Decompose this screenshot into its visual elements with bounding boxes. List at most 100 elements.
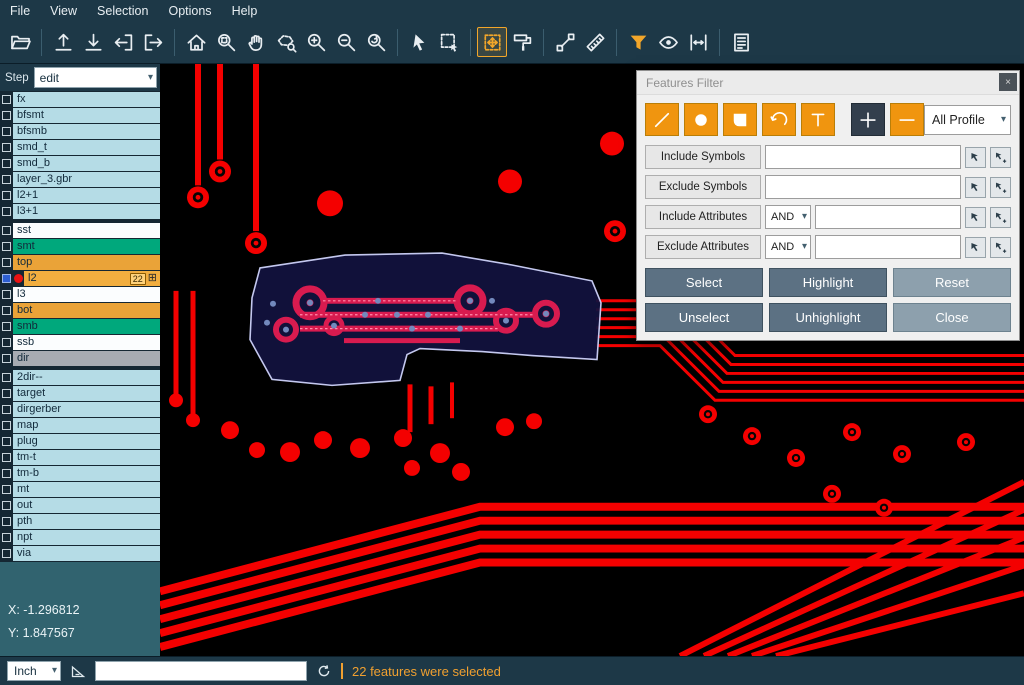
layer-visibility-checkbox[interactable] xyxy=(0,140,13,155)
exclude-symbols-button[interactable]: Exclude Symbols xyxy=(645,175,761,199)
measure-line-button[interactable] xyxy=(550,27,580,57)
layer-visibility-checkbox[interactable] xyxy=(0,434,13,449)
snap-measure-button[interactable] xyxy=(683,27,713,57)
layer-label[interactable]: ssb xyxy=(13,335,160,350)
lasso-zoom-button[interactable] xyxy=(271,27,301,57)
pick-add-button[interactable] xyxy=(990,237,1011,258)
layer-label[interactable]: smd_b xyxy=(13,156,160,171)
layer-label[interactable]: l2+1 xyxy=(13,188,160,203)
include-attributes-input[interactable] xyxy=(815,205,961,229)
layer-visibility-checkbox[interactable] xyxy=(0,156,13,171)
filter-round-pad-button[interactable] xyxy=(684,103,718,136)
include-attributes-button[interactable]: Include Attributes xyxy=(645,205,761,229)
layer-visibility-checkbox[interactable] xyxy=(0,370,13,385)
layer-label[interactable]: out xyxy=(13,498,160,513)
and-operator-dropdown[interactable]: AND▾ xyxy=(765,235,811,259)
menu-options[interactable]: Options xyxy=(168,4,211,18)
angle-tool-icon[interactable] xyxy=(70,663,86,679)
pick-from-canvas-button[interactable] xyxy=(965,147,986,168)
home-view-button[interactable] xyxy=(181,27,211,57)
report-button[interactable] xyxy=(726,27,756,57)
layer-label[interactable]: top xyxy=(13,255,160,270)
menu-file[interactable]: File xyxy=(10,4,30,18)
layer-visibility-checkbox[interactable] xyxy=(0,386,13,401)
layer-label[interactable]: l3+1 xyxy=(13,204,160,219)
zoom-window-button[interactable] xyxy=(211,27,241,57)
pick-from-canvas-button[interactable] xyxy=(965,207,986,228)
select-rect-button[interactable] xyxy=(434,27,464,57)
pick-add-button[interactable] xyxy=(990,207,1011,228)
layer-label[interactable]: l3 xyxy=(13,287,160,302)
exclude-symbols-input[interactable] xyxy=(765,175,961,199)
layer-visibility-checkbox[interactable] xyxy=(0,124,13,139)
filter-surface-button[interactable] xyxy=(723,103,757,136)
import-down-button[interactable] xyxy=(78,27,108,57)
import-left-button[interactable] xyxy=(108,27,138,57)
layer-visibility-checkbox[interactable] xyxy=(0,351,13,366)
filter-add-button[interactable] xyxy=(851,103,885,136)
layer-visibility-checkbox[interactable] xyxy=(0,466,13,481)
layer-visibility-checkbox[interactable] xyxy=(0,239,13,254)
pick-add-button[interactable] xyxy=(990,177,1011,198)
menu-help[interactable]: Help xyxy=(232,4,258,18)
include-symbols-input[interactable] xyxy=(765,145,961,169)
zoom-out-button[interactable] xyxy=(331,27,361,57)
filter-line-button[interactable] xyxy=(645,103,679,136)
layer-label[interactable]: smd_t xyxy=(13,140,160,155)
dialog-close-button[interactable]: × xyxy=(999,73,1017,91)
layer-visibility-checkbox[interactable] xyxy=(0,172,13,187)
exclude-attributes-input[interactable] xyxy=(815,235,961,259)
unhighlight-button[interactable]: Unhighlight xyxy=(769,303,887,332)
layer-label[interactable]: tm-b xyxy=(13,466,160,481)
layer-label[interactable]: fx xyxy=(13,92,160,107)
filter-arc-button[interactable] xyxy=(762,103,796,136)
layer-visibility-checkbox[interactable] xyxy=(0,287,13,302)
select-button[interactable]: Select xyxy=(645,268,763,297)
layer-visibility-checkbox[interactable] xyxy=(0,450,13,465)
layer-visibility-checkbox[interactable] xyxy=(0,514,13,529)
layer-visibility-checkbox[interactable] xyxy=(0,303,13,318)
open-file-button[interactable] xyxy=(5,27,35,57)
zoom-in-button[interactable] xyxy=(301,27,331,57)
layer-label[interactable]: via xyxy=(13,546,160,561)
layer-visibility-checkbox[interactable] xyxy=(0,108,13,123)
ruler-button[interactable] xyxy=(580,27,610,57)
layer-visibility-checkbox[interactable] xyxy=(0,188,13,203)
layer-visibility-checkbox[interactable] xyxy=(0,482,13,497)
visibility-button[interactable] xyxy=(653,27,683,57)
layer-visibility-checkbox[interactable] xyxy=(0,204,13,219)
menu-view[interactable]: View xyxy=(50,4,77,18)
layer-visibility-checkbox[interactable] xyxy=(0,92,13,107)
layer-label[interactable]: 2dir-- xyxy=(13,370,160,385)
layer-label[interactable]: mt xyxy=(13,482,160,497)
select-cursor-button[interactable] xyxy=(404,27,434,57)
zoom-previous-button[interactable] xyxy=(361,27,391,57)
layer-label[interactable]: npt xyxy=(13,530,160,545)
export-right-button[interactable] xyxy=(138,27,168,57)
layer-label[interactable]: target xyxy=(13,386,160,401)
layer-label[interactable]: bfsmb xyxy=(13,124,160,139)
layer-visibility-checkbox[interactable] xyxy=(0,418,13,433)
command-input[interactable] xyxy=(95,661,307,681)
layer-label[interactable]: dir xyxy=(13,351,160,366)
transform-select-button[interactable] xyxy=(477,27,507,57)
layer-visibility-checkbox[interactable] xyxy=(0,402,13,417)
layer-label[interactable]: tm-t xyxy=(13,450,160,465)
unselect-button[interactable]: Unselect xyxy=(645,303,763,332)
paint-button[interactable] xyxy=(507,27,537,57)
exclude-attributes-button[interactable]: Exclude Attributes xyxy=(645,235,761,259)
pick-add-button[interactable] xyxy=(990,147,1011,168)
highlight-button[interactable]: Highlight xyxy=(769,268,887,297)
layer-visibility-checkbox[interactable] xyxy=(0,546,13,561)
layer-label[interactable]: pth xyxy=(13,514,160,529)
units-dropdown[interactable]: Inch ▾ xyxy=(7,661,61,681)
pan-hand-button[interactable] xyxy=(241,27,271,57)
layer-label[interactable]: smt xyxy=(13,239,160,254)
layer-label[interactable]: sst xyxy=(13,223,160,238)
reset-button[interactable]: Reset xyxy=(893,268,1011,297)
profile-dropdown[interactable]: All Profile ▾ xyxy=(924,105,1011,135)
layer-visibility-checkbox[interactable] xyxy=(0,530,13,545)
layer-label[interactable]: dirgerber xyxy=(13,402,160,417)
layer-label[interactable]: plug xyxy=(13,434,160,449)
layer-label[interactable]: bot xyxy=(13,303,160,318)
